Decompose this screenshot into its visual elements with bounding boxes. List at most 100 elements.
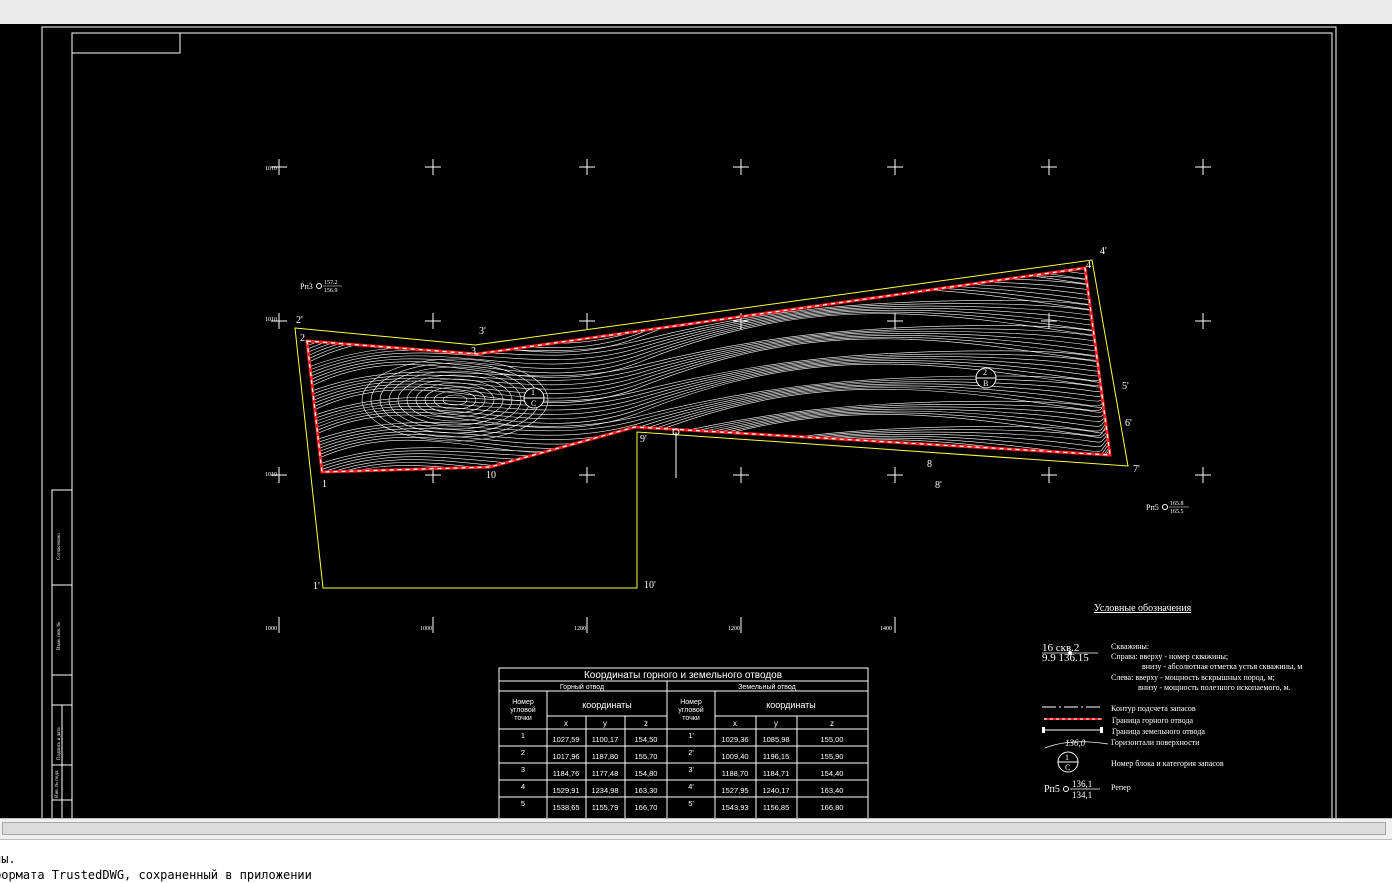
table-cell: 154,50: [635, 735, 658, 744]
table-cell: 166,70: [635, 803, 658, 812]
grid-label-row1: 1010: [265, 166, 277, 172]
table-cell: 4': [688, 782, 694, 791]
table-col-x-right: x: [733, 719, 737, 728]
vertex-label-1p: 1': [313, 581, 320, 592]
contour-line: [307, 268, 1110, 328]
grid-label-row3: 1010: [265, 472, 277, 478]
legend-benchmark-bottom: 134,1: [1072, 790, 1092, 800]
contour-lines: [307, 268, 1110, 472]
stamp-cell-agreed: Согласовано: [57, 533, 62, 560]
contour-line: [307, 268, 1110, 342]
grid-label-col3: 1200: [574, 626, 586, 632]
legend-well-line-1: Скважины:: [1111, 642, 1149, 651]
benchmark-rp5-bottom: 165.5: [1170, 509, 1184, 515]
contour-line: [307, 383, 1110, 465]
block-1-cat: C: [531, 399, 536, 408]
table-cell: 1155,79: [592, 803, 619, 812]
vertex-label-6p: 6': [1125, 418, 1132, 429]
table-cell: 4: [521, 782, 525, 791]
contour-line: [307, 304, 1110, 386]
legend-title: Условные обозначения: [1094, 603, 1192, 614]
legend-land-marker-right: [1100, 727, 1103, 733]
table-cell: 154,80: [635, 769, 658, 778]
legend-land-label: Граница земельного отвода: [1112, 727, 1205, 736]
legend-well-line-2: Справа: вверху - номер скважины;: [1111, 652, 1228, 661]
table-cell: 1177,48: [592, 769, 619, 778]
contour-line: [307, 412, 1110, 472]
table-point-header-1b: Номер: [680, 699, 702, 706]
table-cell: 1009,40: [721, 752, 748, 761]
table-cell: 1538,65: [552, 803, 579, 812]
vertex-label-4p: 4': [1100, 246, 1107, 257]
contour-line: [307, 426, 1110, 472]
horizontal-scrollbar[interactable]: [0, 818, 1392, 840]
table-cell: 1184,76: [553, 769, 580, 778]
table-col-y-left: y: [603, 719, 607, 728]
table-col-x-left: x: [564, 719, 568, 728]
side-stamp: [51, 489, 73, 818]
table-cell: 155,90: [821, 752, 844, 761]
grid-label-col4: 1200: [728, 626, 740, 632]
table-cell: 166,80: [821, 803, 844, 812]
table-cell: 1543,93: [721, 803, 748, 812]
drawing-canvas[interactable]: Согласовано Взам. инв. № Подпись и дата …: [0, 24, 1392, 818]
contour-line: [307, 448, 1110, 472]
vertex-label-8: 8: [927, 459, 932, 470]
land-boundary: [294, 259, 1129, 589]
table-cell: 155,00: [821, 735, 844, 744]
table-point-header-2b: угловой: [678, 706, 703, 714]
table-cell: 1156,85: [763, 803, 790, 812]
legend-benchmark-label: Репер: [1111, 783, 1131, 792]
table-cell: 3': [688, 765, 694, 774]
contour-line: [307, 275, 1110, 357]
benchmark-rp3-bottom: 156.9: [324, 288, 338, 294]
contour-loop: [442, 394, 468, 406]
command-line-2: формата TrustedDWG, сохраненный в прилож…: [0, 868, 312, 882]
contour-loop: [433, 390, 477, 410]
legend-benchmark-top: 136,1: [1072, 779, 1092, 789]
table-cell: 1240,17: [762, 786, 789, 795]
vertex-label-3p: 3': [479, 326, 486, 337]
table-cell: 163,40: [821, 786, 844, 795]
table-point-header-2: угловой: [510, 706, 535, 714]
legend-block-label: Номер блока и категория запасов: [1111, 759, 1224, 768]
table-cell: 2: [521, 748, 525, 757]
command-line[interactable]: ны. формата TrustedDWG, сохраненный в пр…: [0, 840, 1392, 883]
contour-line: [307, 434, 1110, 472]
command-line-1: ны.: [0, 852, 16, 866]
corner-box: [71, 32, 181, 54]
legend-well-line-4: Слева: вверху - мощность вскрышных пород…: [1111, 673, 1275, 682]
table-cell: 1027,59: [552, 735, 579, 744]
stamp-cell-inv: Инв. № подл.: [54, 770, 60, 799]
table-cell: 3: [521, 765, 525, 774]
legend-well-bottom: 9.9 136.15: [1042, 652, 1089, 664]
legend-benchmark-name: Рп5: [1044, 784, 1060, 795]
stamp-cell-replace: Взам. инв. №: [56, 622, 62, 650]
block-2-cat: B: [983, 379, 988, 388]
legend-mining-label: Граница горного отвода: [1112, 716, 1193, 725]
contour-line: [307, 268, 1110, 332]
scrollbar-thumb[interactable]: [2, 822, 1386, 835]
benchmark-rp5-icon: [1162, 504, 1168, 510]
contour-line: [307, 423, 1110, 472]
table-cell: 1527,95: [721, 786, 748, 795]
contour-line: [307, 430, 1110, 472]
table-cell: 5': [688, 799, 694, 808]
table-cell: 1196,15: [763, 752, 790, 761]
vertex-label-4: 4: [1086, 260, 1091, 271]
table-col-z-left: z: [644, 719, 648, 728]
vertex-label-7p: 7': [1133, 464, 1140, 475]
legend-benchmark-icon: [1063, 786, 1069, 792]
stamp-cell-sign: Подпись и дата: [57, 727, 62, 760]
contour-line: [307, 268, 1110, 339]
vertex-label-2p: 2': [296, 315, 303, 326]
legend-land-marker-left: [1042, 727, 1045, 733]
contour-line: [307, 452, 1110, 472]
vertex-label-2: 2: [300, 333, 305, 344]
table-cell: 1029,36: [721, 735, 748, 744]
legend-block-num: 1: [1065, 753, 1069, 762]
legend-contour-label: Контур подсчета запасов: [1111, 704, 1196, 713]
benchmark-rp5-name: Рп5: [1146, 503, 1159, 512]
block-1-num: 1: [531, 388, 535, 397]
table-cell: 163,30: [635, 786, 658, 795]
